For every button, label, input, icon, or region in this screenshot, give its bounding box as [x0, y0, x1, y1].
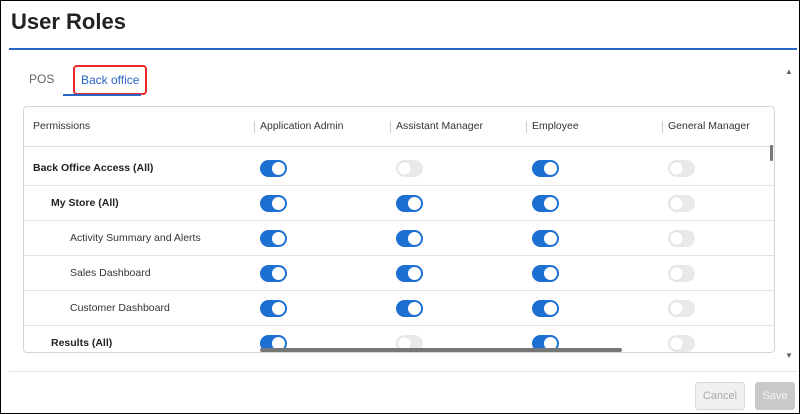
permission-toggle[interactable] [260, 160, 287, 177]
toggle-knob [544, 232, 557, 245]
toggle-knob [272, 232, 285, 245]
permission-toggle[interactable] [532, 160, 559, 177]
table-row: Customer Dashboard [24, 291, 774, 326]
toggle-knob [272, 197, 285, 210]
permission-toggle[interactable] [260, 300, 287, 317]
toggle-knob [670, 197, 683, 210]
table-row: Back Office Access (All) [24, 151, 774, 186]
vertical-scrollbar-thumb[interactable] [770, 145, 773, 161]
column-divider [662, 121, 663, 133]
toggle-knob [408, 302, 421, 315]
permission-label: Activity Summary and Alerts [70, 232, 201, 244]
permission-toggle[interactable] [396, 160, 423, 177]
user-roles-panel: User Roles POS Back office ▲ Permissions… [0, 0, 800, 414]
column-header-assistant-manager: Assistant Manager [396, 120, 483, 132]
active-tab-indicator [63, 94, 141, 96]
tab-back-office[interactable]: Back office [73, 65, 148, 95]
column-header-application-admin: Application Admin [260, 120, 344, 132]
toggle-knob [272, 162, 285, 175]
column-header-employee: Employee [532, 120, 579, 132]
triangle-down-icon[interactable]: ▼ [785, 351, 793, 360]
column-header-general-manager: General Manager [668, 120, 750, 132]
permission-toggle[interactable] [668, 160, 695, 177]
tab-pos[interactable]: POS [29, 65, 65, 95]
permission-toggle[interactable] [532, 265, 559, 282]
permission-toggle[interactable] [260, 195, 287, 212]
tab-bar: POS Back office [29, 65, 148, 95]
triangle-up-icon[interactable]: ▲ [785, 67, 793, 76]
permission-toggle[interactable] [396, 195, 423, 212]
toggle-knob [272, 302, 285, 315]
cancel-button[interactable]: Cancel [695, 382, 745, 410]
column-divider [526, 121, 527, 133]
toggle-knob [544, 302, 557, 315]
table-row: Activity Summary and Alerts [24, 221, 774, 256]
permission-toggle[interactable] [260, 230, 287, 247]
permissions-table: Permissions Application Admin Assistant … [23, 106, 775, 353]
toggle-knob [398, 162, 411, 175]
footer-divider [9, 371, 797, 372]
table-row: Sales Dashboard [24, 256, 774, 291]
toggle-knob [544, 162, 557, 175]
table-header: Permissions Application Admin Assistant … [24, 107, 774, 147]
permission-toggle[interactable] [396, 265, 423, 282]
save-button[interactable]: Save [755, 382, 795, 410]
column-header-permissions: Permissions [33, 120, 91, 132]
permission-toggle[interactable] [260, 265, 287, 282]
toggle-knob [670, 267, 683, 280]
toggle-knob [408, 197, 421, 210]
permission-toggle[interactable] [668, 230, 695, 247]
horizontal-scrollbar-thumb[interactable] [260, 348, 622, 352]
permission-toggle[interactable] [532, 195, 559, 212]
toggle-knob [670, 302, 683, 315]
page-title: User Roles [11, 9, 126, 34]
permission-toggle[interactable] [668, 300, 695, 317]
permission-toggle[interactable] [532, 230, 559, 247]
toggle-knob [408, 267, 421, 280]
permission-label: My Store (All) [51, 197, 119, 209]
toggle-knob [272, 267, 285, 280]
permission-label: Customer Dashboard [70, 302, 170, 314]
permission-toggle[interactable] [396, 230, 423, 247]
permission-toggle[interactable] [532, 300, 559, 317]
toggle-knob [670, 232, 683, 245]
permission-toggle[interactable] [668, 195, 695, 212]
column-divider [254, 121, 255, 133]
title-divider [9, 48, 797, 50]
toggle-knob [544, 197, 557, 210]
column-divider [390, 121, 391, 133]
permission-label: Back Office Access (All) [33, 162, 154, 174]
permission-label: Sales Dashboard [70, 267, 151, 279]
toggle-knob [670, 162, 683, 175]
toggle-knob [544, 267, 557, 280]
table-row: My Store (All) [24, 186, 774, 221]
toggle-knob [408, 232, 421, 245]
permission-toggle[interactable] [396, 300, 423, 317]
permission-toggle[interactable] [668, 265, 695, 282]
